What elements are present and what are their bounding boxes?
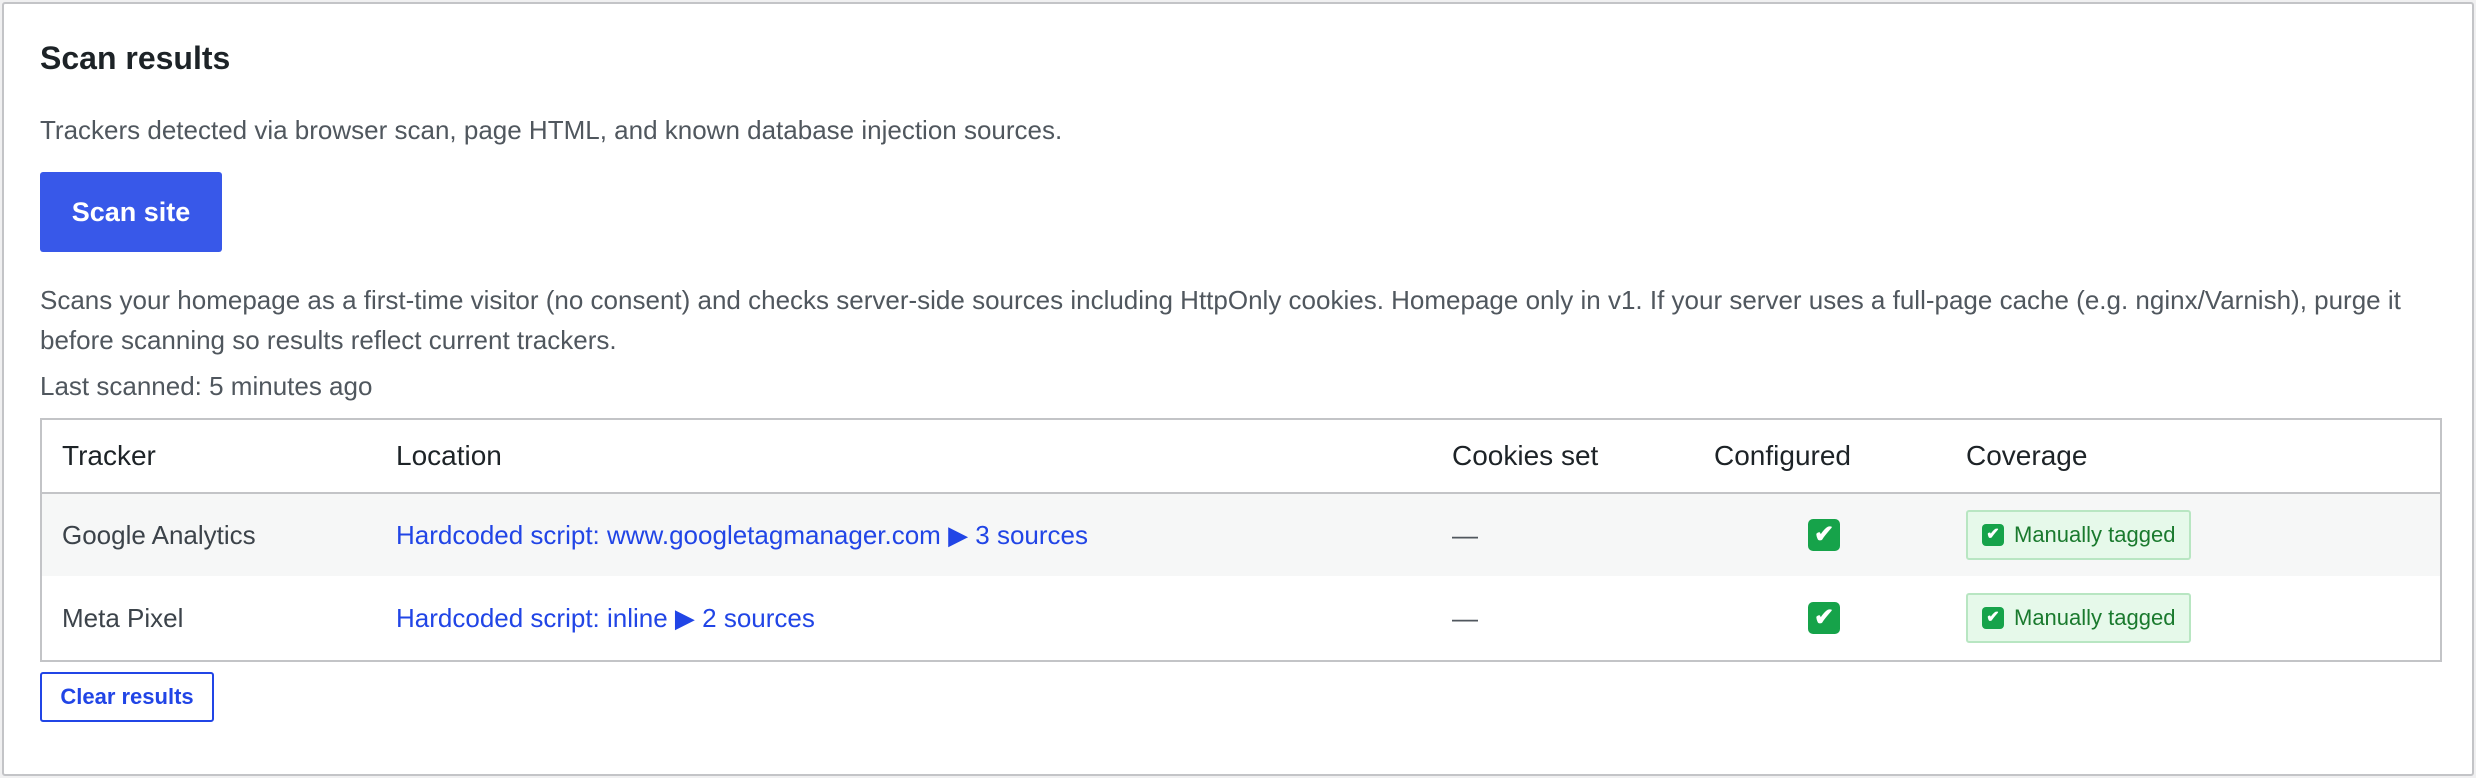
header-configured: Configured (1714, 440, 1851, 471)
scan-results-panel: Scan results Trackers detected via brows… (2, 2, 2474, 776)
header-tracker: Tracker (62, 440, 156, 471)
clear-results-button[interactable]: Clear results (40, 672, 214, 722)
table-row: Google Analytics Hardcoded script: www.g… (42, 494, 2440, 576)
check-box-icon: ✔ (1808, 519, 1840, 551)
coverage-badge: ✔ Manually tagged (1966, 593, 2192, 643)
cookies-set-value: — (1452, 603, 1478, 633)
table-row: Meta Pixel Hardcoded script: inline ▶ 2 … (42, 576, 2440, 660)
location-sources-toggle[interactable]: Hardcoded script: inline ▶ 2 sources (396, 602, 815, 634)
coverage-badge: ✔ Manually tagged (1966, 510, 2192, 560)
scan-site-button[interactable]: Scan site (40, 172, 222, 252)
panel-description: Trackers detected via browser scan, page… (40, 115, 1063, 145)
location-sources-toggle[interactable]: Hardcoded script: www.googletagmanager.c… (396, 519, 1088, 551)
header-location: Location (396, 440, 502, 471)
coverage-cell: ✔ Manually tagged (1966, 494, 2426, 576)
configured-cell: ✔ (1714, 494, 1934, 576)
configured-cell: ✔ (1714, 576, 1934, 660)
last-scanned: Last scanned: 5 minutes ago (40, 371, 373, 401)
header-coverage: Coverage (1966, 440, 2088, 471)
tracker-name: Meta Pixel (62, 603, 184, 633)
check-box-icon: ✔ (1982, 607, 2004, 629)
location-cell: Hardcoded script: www.googletagmanager.c… (396, 494, 1436, 576)
check-box-icon: ✔ (1982, 524, 2004, 546)
cookies-set-value: — (1452, 520, 1478, 550)
results-table: Tracker Location Cookies set Configured … (40, 418, 2442, 662)
tracker-name: Google Analytics (62, 520, 256, 550)
panel-title: Scan results (40, 40, 231, 76)
check-box-icon: ✔ (1808, 602, 1840, 634)
location-cell: Hardcoded script: inline ▶ 2 sources (396, 576, 1436, 660)
coverage-label: Manually tagged (2014, 605, 2176, 630)
coverage-cell: ✔ Manually tagged (1966, 576, 2426, 660)
coverage-label: Manually tagged (2014, 522, 2176, 547)
header-cookies-set: Cookies set (1452, 440, 1599, 471)
scan-note: Scans your homepage as a first-time visi… (40, 285, 2401, 355)
table-header-row: Tracker Location Cookies set Configured … (42, 420, 2440, 494)
